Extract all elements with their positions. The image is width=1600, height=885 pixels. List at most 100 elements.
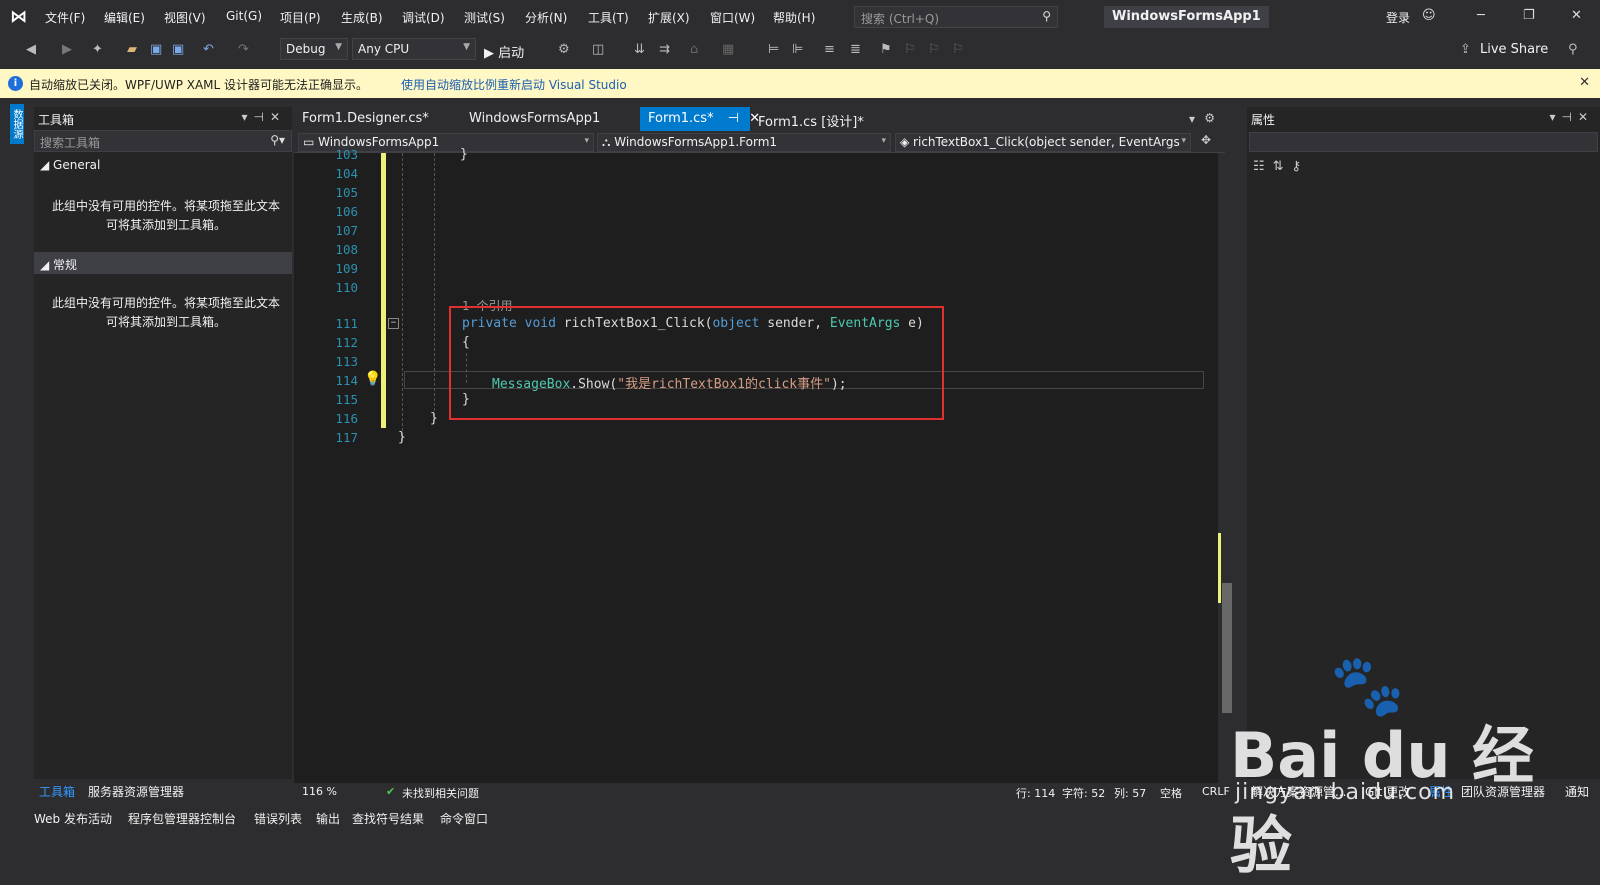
member-value: richTextBox1_Click(object sender, EventA… [913,135,1180,149]
chevron-down-icon: ▾ [881,136,886,146]
menu-window[interactable]: 窗口(W) [710,9,755,26]
menu-edit[interactable]: 编辑(E) [104,9,145,26]
format-icon[interactable]: ▦ [722,42,734,57]
start-button[interactable]: ▶ 启动 [484,42,524,61]
visual-studio-logo-icon[interactable]: ⋈ [10,7,32,27]
tab-command-window[interactable]: 命令窗口 [440,810,488,827]
menu-analyze[interactable]: 分析(N) [525,9,567,26]
panel-controls[interactable]: ▾⊣✕ [1549,110,1594,124]
open-folder-icon[interactable]: ▰ [127,42,137,57]
col-indicator: 列: 57 [1114,787,1147,800]
clear-bookmark-icon[interactable]: ⚐ [952,42,964,57]
tab-package-manager[interactable]: 程序包管理器控制台 [128,810,236,827]
tab-web-publish[interactable]: Web 发布活动 [34,810,112,827]
live-share-button[interactable]: Live Share [1480,42,1548,57]
live-share-icon[interactable]: ⇪ [1460,42,1471,57]
indent-guide [402,153,403,441]
step-into-icon[interactable]: ⇊ [634,42,645,57]
tab-windowsformsapp1[interactable]: WindowsFormsApp1 [461,107,608,131]
platform-select[interactable]: Any CPU ▼ [352,38,476,60]
tab-form1-design[interactable]: Form1.cs [设计]* [750,107,872,131]
whitespace-indicator[interactable]: 空格 [1160,785,1182,801]
minimize-icon[interactable]: ─ [1477,8,1485,23]
data-sources-tab[interactable]: 数据源 [10,104,24,144]
standard-toolbar: ◀ ▶ ✦ ▰ ▣ ▣ ↶ ↷ Debug ▼ Any CPU ▼ ▶ 启动 ⚙ ◫… [0,34,1600,66]
lightbulb-icon[interactable]: 💡 [364,371,381,387]
prev-bookmark-icon[interactable]: ⚐ [904,42,916,57]
attach-icon[interactable]: ⚙ [558,42,570,57]
feedback-icon[interactable]: ⚲ [1568,42,1578,57]
restore-icon[interactable]: ❐ [1523,8,1535,23]
menu-project[interactable]: 项目(P) [280,9,321,26]
line-number: 104 [335,166,358,181]
zoom-level[interactable]: 116 % [302,785,337,798]
line-number: 107 [335,223,358,238]
bookmark-icon[interactable]: ⌂ [690,42,698,57]
chevron-down-icon: ▾ [584,136,589,146]
menu-test[interactable]: 测试(S) [464,9,505,26]
panel-controls[interactable]: ▾⊣✕ [241,110,286,124]
menu-view[interactable]: 视图(V) [164,9,206,26]
search-input[interactable]: 搜索 (Ctrl+Q) ⚲ [854,6,1058,28]
tab-list-icon[interactable]: ▾ [1189,112,1195,126]
collapse-icon[interactable]: − [388,318,399,329]
tab-error-list[interactable]: 错误列表 [254,810,302,827]
back-icon[interactable]: ◀ [26,42,36,57]
group-general[interactable]: ◢ General [34,154,292,176]
line-number: 116 [335,411,358,426]
close-icon[interactable]: ✕ [1579,75,1590,90]
line-number: 108 [335,242,358,257]
split-icon[interactable]: ✥ [1201,133,1211,147]
tab-server-explorer[interactable]: 服务器资源管理器 [88,783,184,800]
group-common-label: 常规 [53,258,78,272]
line-number: 109 [335,261,358,276]
object-select[interactable] [1249,132,1598,152]
group-common[interactable]: ◢ 常规 [34,252,292,274]
tab-form1-designer-cs[interactable]: Form1.Designer.cs* [294,107,437,131]
tab-find-symbol[interactable]: 查找符号结果 [352,810,424,827]
properties-view-icons[interactable]: ☷⇅⚷ [1253,159,1309,174]
close-icon[interactable]: ✕ [1571,8,1582,23]
menu-debug[interactable]: 调试(D) [402,9,445,26]
menu-file[interactable]: 文件(F) [45,9,85,26]
configuration-select[interactable]: Debug ▼ [280,38,348,60]
issues-status[interactable]: 未找到相关问题 [402,785,479,801]
menu-build[interactable]: 生成(B) [341,9,383,26]
class-icon: ⛬ [602,135,615,149]
member-dropdown[interactable]: ◈ richTextBox1_Click(object sender, Even… [895,133,1191,152]
tab-form1-cs[interactable]: Form1.cs* ⊣ ✕ [640,107,760,131]
next-bookmark-icon[interactable]: ⚐ [928,42,940,57]
restart-link[interactable]: 使用自动缩放比例重新启动 Visual Studio [401,76,627,93]
flag-icon[interactable]: ⚑ [880,42,892,57]
comment-icon[interactable]: ≡ [824,42,835,57]
step-over-icon[interactable]: ⇉ [659,42,670,57]
redo-icon[interactable]: ↷ [238,42,249,57]
project-icon: ▭ [303,135,319,149]
tab-toolbox[interactable]: 工具箱 [39,783,75,800]
properties-title: 属性 [1251,113,1276,127]
pin-icon[interactable]: ⊣ [728,111,739,126]
save-all-icon[interactable]: ▣ [172,42,184,57]
tab-output[interactable]: 输出 [316,810,340,827]
menu-extensions[interactable]: 扩展(X) [648,9,690,26]
class-dropdown[interactable]: ⛬ WindowsFormsApp1.Form1 ▾ [597,133,891,152]
editor-status-bar: 116 % ✔ 未找到相关问题 行: 114 字符: 52 列: 57 空格 C… [294,783,1230,801]
save-icon[interactable]: ▣ [150,42,162,57]
menu-tools[interactable]: 工具(T) [588,9,629,26]
forward-icon[interactable]: ▶ [62,42,72,57]
uncomment-icon[interactable]: ≣ [850,42,861,57]
menu-git[interactable]: Git(G) [226,9,262,23]
settings-icon[interactable]: ⚙ [1204,111,1215,125]
align-icon[interactable]: ⊨ [768,42,779,57]
account-icon[interactable]: ☺ [1422,8,1436,23]
line-number: 117 [335,430,358,445]
screenshot-icon[interactable]: ◫ [592,42,604,57]
code-editor[interactable]: 103 104 105 106 107 108 109 110 111 112 … [294,147,1225,783]
undo-icon[interactable]: ↶ [203,42,214,57]
new-project-icon[interactable]: ✦ [92,42,103,57]
toolbox-search-input[interactable]: 搜索工具箱 ⚲▾ [34,130,292,152]
search-icon: ⚲ [1042,9,1051,23]
sign-in-button[interactable]: 登录 [1386,9,1410,26]
menu-help[interactable]: 帮助(H) [773,9,815,26]
indent-icon[interactable]: ⊫ [792,42,803,57]
